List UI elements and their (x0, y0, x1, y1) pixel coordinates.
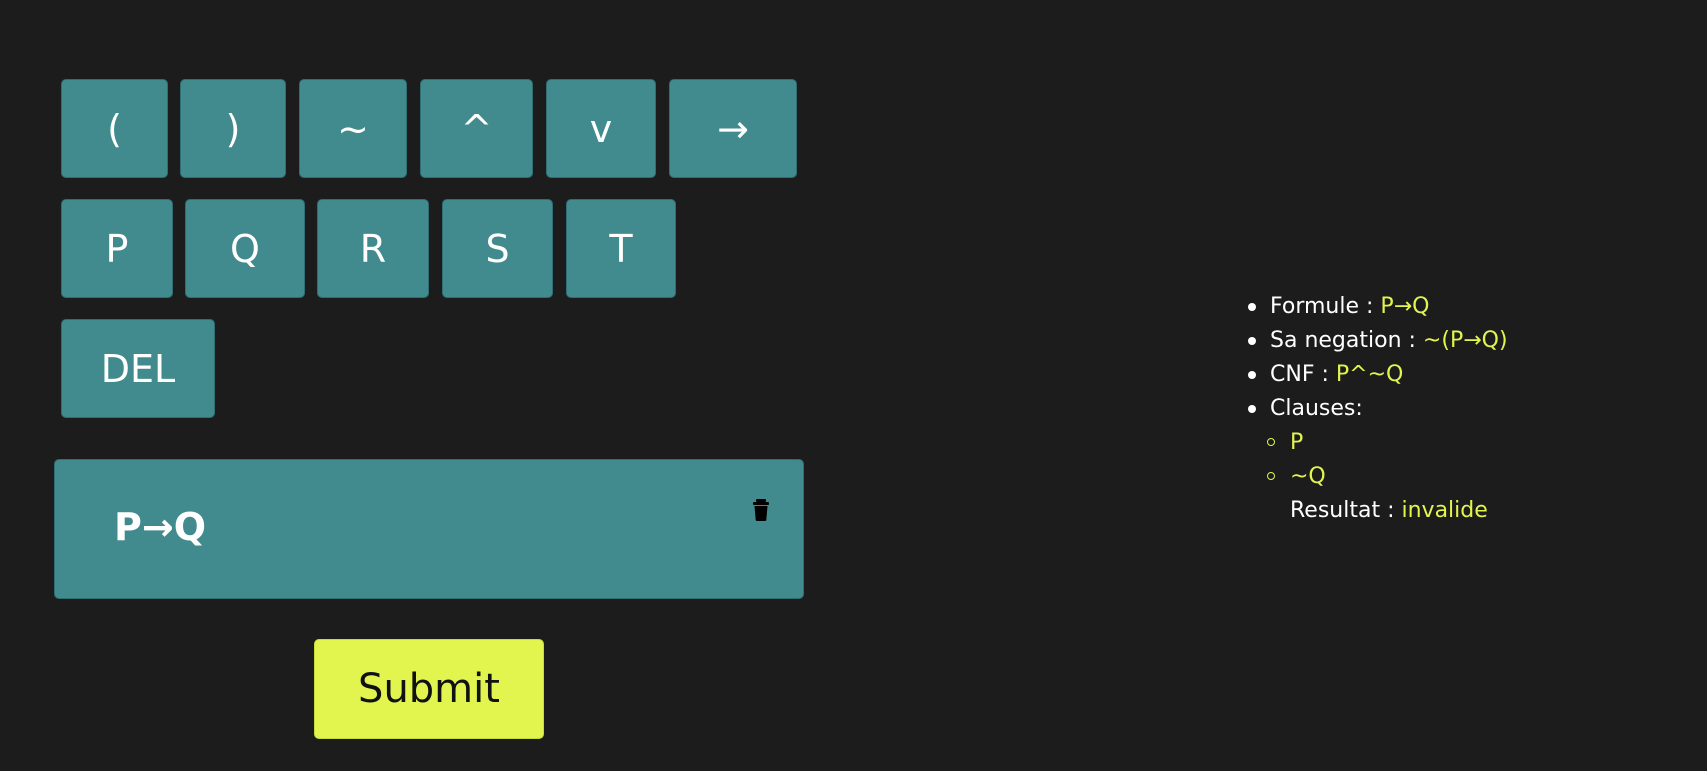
key-r[interactable]: R (317, 199, 429, 298)
cnf-value: P^~Q (1335, 362, 1404, 387)
result-clauses: Clauses: (1245, 392, 1685, 426)
result-resultat: Resultat : invalide (1245, 494, 1685, 528)
trash-icon[interactable] (750, 498, 772, 522)
key-s[interactable]: S (442, 199, 553, 298)
formula-display: P→Q (54, 459, 804, 599)
bullet-icon (1248, 303, 1256, 311)
resultat-label: Resultat : (1290, 498, 1395, 523)
cnf-label: CNF : (1270, 362, 1329, 387)
negation-value: ~(P→Q) (1422, 328, 1508, 353)
result-negation: Sa negation : ~(P→Q) (1245, 324, 1685, 358)
key-not[interactable]: ~ (299, 79, 407, 178)
resultat-value: invalide (1401, 498, 1488, 523)
clause-item: ~Q (1245, 460, 1685, 494)
negation-label: Sa negation : (1270, 328, 1416, 353)
key-close-paren[interactable]: ) (180, 79, 286, 178)
circle-bullet-icon (1267, 472, 1275, 480)
clause-item: P (1245, 426, 1685, 460)
clauses-label: Clauses: (1270, 396, 1363, 421)
results-list: Formule : P→Q Sa negation : ~(P→Q) CNF :… (1245, 290, 1685, 528)
key-q[interactable]: Q (185, 199, 305, 298)
clause-value: ~Q (1290, 464, 1326, 489)
bullet-icon (1248, 405, 1256, 413)
key-t[interactable]: T (566, 199, 676, 298)
circle-bullet-icon (1267, 438, 1275, 446)
bullet-icon (1248, 371, 1256, 379)
submit-button[interactable]: Submit (314, 639, 544, 739)
formula-value: P→Q (114, 505, 206, 549)
key-p[interactable]: P (61, 199, 173, 298)
key-implies[interactable]: → (669, 79, 797, 178)
key-or[interactable]: v (546, 79, 656, 178)
key-open-paren[interactable]: ( (61, 79, 168, 178)
formule-value: P→Q (1380, 294, 1430, 319)
result-cnf: CNF : P^~Q (1245, 358, 1685, 392)
result-formule: Formule : P→Q (1245, 290, 1685, 324)
clause-value: P (1290, 430, 1304, 455)
delete-button[interactable]: DEL (61, 319, 215, 418)
key-and[interactable]: ^ (420, 79, 533, 178)
formule-label: Formule : (1270, 294, 1374, 319)
bullet-icon (1248, 337, 1256, 345)
